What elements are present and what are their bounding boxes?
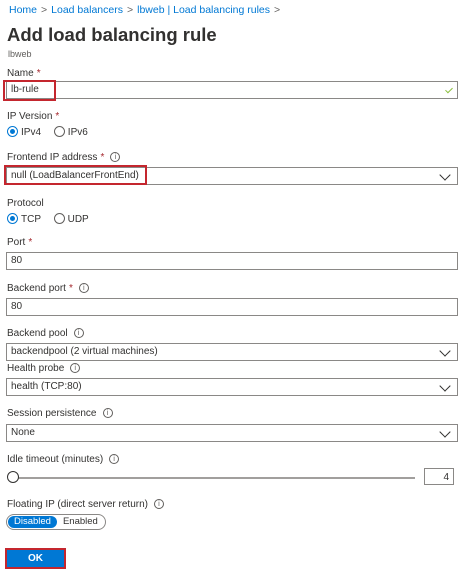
radio-ipv6-circle[interactable] bbox=[53, 126, 65, 137]
required-mark: * bbox=[36, 68, 41, 79]
protocol-label: Protocol bbox=[7, 198, 44, 209]
chevron-down-icon[interactable] bbox=[439, 426, 451, 438]
page-title: Add load balancing rule bbox=[7, 24, 217, 45]
breadcrumb-home[interactable]: Home bbox=[9, 4, 37, 16]
radio-tcp-circle[interactable] bbox=[7, 213, 18, 224]
floating-ip-toggle: Disabled Enabled bbox=[6, 514, 106, 530]
info-icon[interactable]: i bbox=[73, 328, 84, 338]
backend-port-input[interactable]: 80 bbox=[6, 298, 458, 316]
floating-ip-label: Floating IP (direct server return) i bbox=[7, 499, 164, 510]
health-probe-label: Health probe i bbox=[7, 363, 81, 374]
backend-pool-label: Backend pool i bbox=[7, 328, 84, 339]
info-icon[interactable]: i bbox=[102, 408, 113, 418]
breadcrumb-separator: > bbox=[126, 4, 134, 16]
name-label-text: Name bbox=[7, 68, 34, 79]
idle-timeout-slider-thumb[interactable] bbox=[7, 471, 19, 483]
backend-pool-value: backendpool (2 virtual machines) bbox=[11, 346, 158, 357]
floating-ip-disabled-option[interactable]: Disabled bbox=[8, 516, 57, 528]
breadcrumb: Home > Load balancers > lbweb | Load balanci… bbox=[9, 4, 284, 16]
floating-ip-label-text: Floating IP (direct server return) bbox=[7, 499, 148, 510]
idle-timeout-input[interactable]: 4 bbox=[424, 468, 454, 485]
protocol-radio-group: TCP UDP bbox=[7, 213, 89, 225]
ip-version-label: IP Version * bbox=[7, 111, 59, 122]
checkmark-icon bbox=[445, 85, 453, 94]
info-icon[interactable]: i bbox=[78, 283, 89, 293]
session-persistence-select[interactable]: None bbox=[6, 424, 458, 442]
name-highlight-box bbox=[3, 80, 56, 101]
radio-udp[interactable]: UDP bbox=[53, 213, 89, 225]
health-probe-label-text: Health probe bbox=[7, 363, 65, 374]
radio-ipv4[interactable]: IPv4 bbox=[7, 126, 42, 138]
idle-timeout-label-text: Idle timeout (minutes) bbox=[7, 454, 104, 465]
radio-tcp-label: TCP bbox=[21, 214, 41, 225]
radio-ipv4-label: IPv4 bbox=[21, 127, 42, 138]
required-mark: * bbox=[100, 152, 105, 163]
radio-ipv6-label: IPv6 bbox=[67, 127, 88, 138]
health-probe-select[interactable]: health (TCP:80) bbox=[6, 378, 458, 396]
radio-udp-circle[interactable] bbox=[53, 213, 65, 224]
frontend-ip-highlight-box bbox=[4, 165, 147, 185]
frontend-ip-label-text: Frontend IP address bbox=[7, 152, 98, 163]
radio-tcp[interactable]: TCP bbox=[7, 213, 41, 225]
required-mark: * bbox=[68, 283, 73, 294]
idle-timeout-label: Idle timeout (minutes) i bbox=[7, 454, 120, 465]
required-mark: * bbox=[55, 111, 60, 122]
radio-udp-label: UDP bbox=[67, 214, 89, 225]
page-subtitle: lbweb bbox=[8, 49, 32, 59]
ip-version-label-text: IP Version bbox=[7, 111, 53, 122]
radio-ipv6[interactable]: IPv6 bbox=[53, 126, 88, 138]
info-icon[interactable]: i bbox=[153, 499, 164, 509]
ok-button[interactable]: OK bbox=[5, 548, 66, 569]
chevron-down-icon[interactable] bbox=[439, 380, 451, 392]
radio-ipv4-circle[interactable] bbox=[7, 126, 18, 137]
backend-port-label: Backend port * i bbox=[7, 283, 89, 294]
session-persistence-label: Session persistence i bbox=[7, 408, 113, 419]
health-probe-value: health (TCP:80) bbox=[11, 381, 82, 392]
name-label: Name * bbox=[7, 68, 41, 79]
breadcrumb-separator: > bbox=[274, 4, 281, 16]
backend-pool-label-text: Backend pool bbox=[7, 328, 68, 339]
breadcrumb-separator: > bbox=[41, 4, 48, 16]
ip-version-radio-group: IPv4 IPv6 bbox=[7, 126, 88, 138]
port-label: Port * bbox=[7, 237, 32, 248]
port-input-value: 80 bbox=[11, 255, 23, 266]
name-input[interactable]: lb-rule bbox=[6, 81, 458, 99]
breadcrumb-load-balancers[interactable]: Load balancers bbox=[51, 4, 123, 16]
info-icon[interactable]: i bbox=[70, 363, 81, 373]
session-persistence-value: None bbox=[11, 427, 35, 438]
info-icon[interactable]: i bbox=[110, 152, 121, 162]
floating-ip-enabled-option[interactable]: Enabled bbox=[57, 516, 104, 528]
frontend-ip-label: Frontend IP address * i bbox=[7, 152, 121, 163]
required-mark: * bbox=[28, 237, 33, 248]
backend-port-label-text: Backend port bbox=[7, 283, 66, 294]
info-icon[interactable]: i bbox=[109, 454, 120, 464]
session-persistence-label-text: Session persistence bbox=[7, 408, 97, 419]
idle-timeout-slider-track[interactable] bbox=[13, 477, 415, 479]
backend-port-value: 80 bbox=[11, 301, 23, 312]
port-label-text: Port bbox=[7, 237, 26, 248]
port-input[interactable]: 80 bbox=[6, 252, 458, 270]
backend-pool-select[interactable]: backendpool (2 virtual machines) bbox=[6, 343, 458, 361]
chevron-down-icon[interactable] bbox=[439, 169, 451, 181]
chevron-down-icon[interactable] bbox=[439, 345, 451, 357]
breadcrumb-lbweb-rules[interactable]: lbweb | Load balancing rules bbox=[137, 4, 270, 16]
